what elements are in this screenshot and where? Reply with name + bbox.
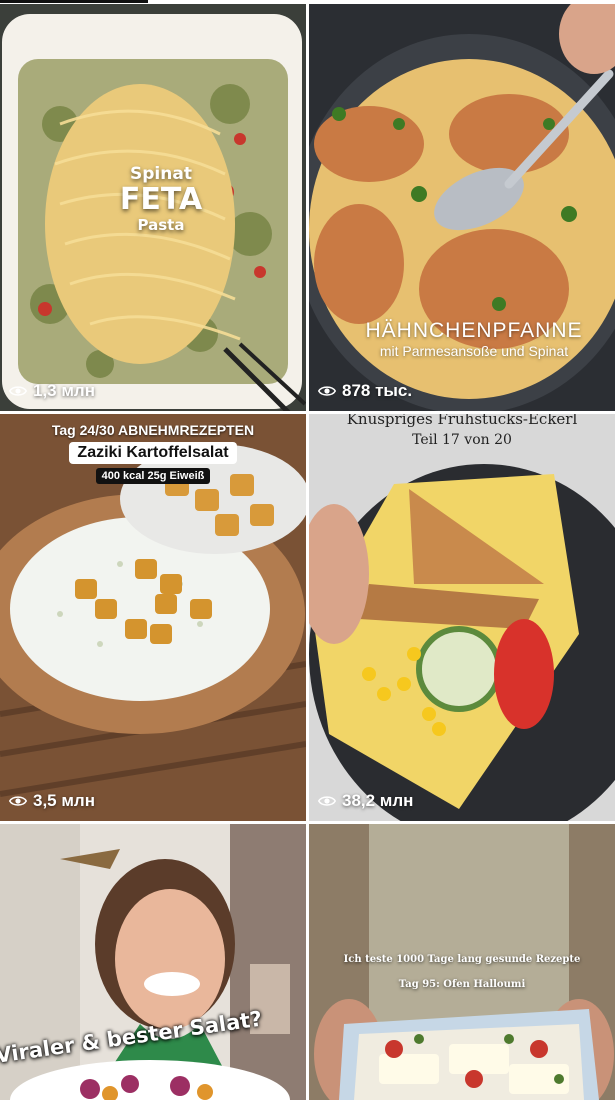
view-count: 3,5 млн [9, 791, 95, 811]
view-count: 878 тыс. [318, 381, 412, 401]
view-count: 1,3 млн [9, 381, 95, 401]
video-tile-3[interactable]: Tag 24/30 ABNEHMREZEPTEN Zaziki Kartoffe… [0, 414, 306, 821]
title-label: Zaziki Kartoffelsalat [69, 442, 237, 464]
thumbnail-breakfast-wrap [309, 414, 615, 821]
kcal-badge: 400 kcal 25g Eiweiß [95, 468, 211, 484]
video-tile-4[interactable]: Knuspriges Frühstücks-Eckerl Teil 17 von… [309, 414, 615, 821]
title-line-2: FETA [119, 182, 203, 217]
video-tile-1[interactable]: Spinat FETA Pasta 1,3 млн [0, 4, 306, 411]
subtitle-text: Tag 95: Ofen Halloumi [398, 979, 526, 990]
video-tile-5[interactable]: Viraler & bester Salat? [0, 824, 306, 1100]
subtitle-text: mit Parmesansoße und Spinat [379, 343, 569, 359]
title-line-1: Spinat [130, 164, 192, 184]
day-label: Tag 24/30 ABNEHMREZEPTEN [51, 422, 255, 438]
view-count-text: 3,5 млн [33, 791, 95, 810]
video-grid: Spinat FETA Pasta 1,3 млн HÄHNCHENPFANNE… [0, 0, 615, 1100]
title-text: Knuspriges Frühstücks-Eckerl [346, 414, 578, 428]
view-count-text: 1,3 млн [33, 381, 95, 400]
title-overlay: Ich teste 1000 Tage lang gesunde Rezepte… [309, 954, 615, 990]
subtitle-text: Teil 17 von 20 [412, 432, 512, 448]
view-count: 38,2 млн [318, 791, 413, 811]
title-overlay: Spinat FETA Pasta [106, 164, 216, 234]
title-overlay: Tag 24/30 ABNEHMREZEPTEN Zaziki Kartoffe… [0, 422, 306, 484]
video-tile-6[interactable]: Ich teste 1000 Tage lang gesunde Rezepte… [309, 824, 615, 1100]
eye-icon [318, 796, 336, 806]
title-overlay: Knuspriges Frühstücks-Eckerl Teil 17 von… [309, 414, 615, 448]
view-count-text: 38,2 млн [342, 791, 414, 810]
eye-icon [9, 386, 27, 396]
video-tile-2[interactable]: HÄHNCHENPFANNE mit Parmesansoße und Spin… [309, 4, 615, 411]
eye-icon [9, 796, 27, 806]
title-text: HÄHNCHENPFANNE [365, 319, 583, 342]
title-text: Ich teste 1000 Tage lang gesunde Rezepte [343, 954, 581, 965]
eye-icon [318, 386, 336, 396]
view-count-text: 878 тыс. [342, 381, 413, 400]
title-overlay: HÄHNCHENPFANNE mit Parmesansoße und Spin… [339, 319, 609, 359]
title-line-3: Pasta [137, 216, 185, 234]
